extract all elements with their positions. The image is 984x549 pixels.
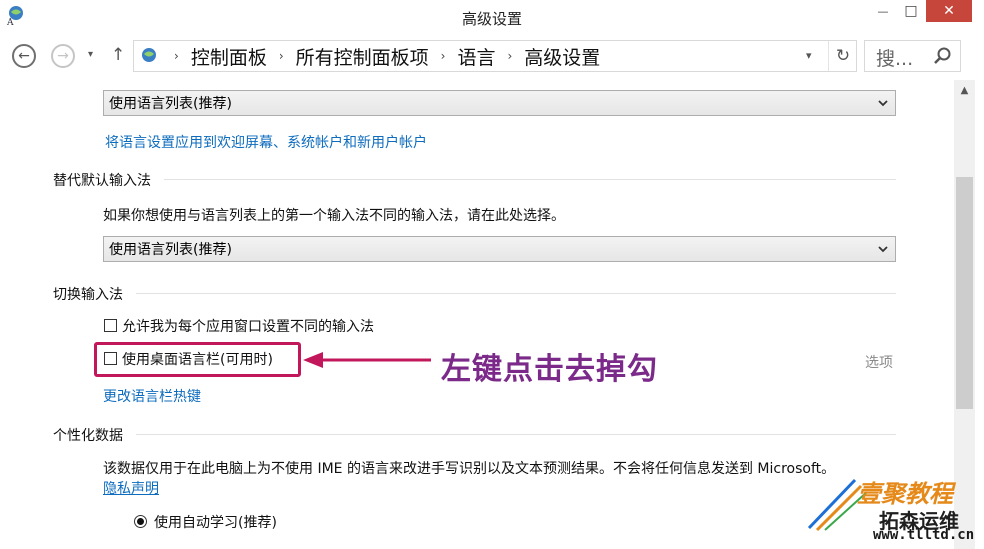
maximize-icon: □ bbox=[904, 3, 918, 19]
auto-learning-label[interactable]: 使用自动学习(推荐) bbox=[154, 512, 277, 532]
close-button[interactable]: ✕ bbox=[926, 0, 972, 22]
watermark-url: www.tlltd.cn bbox=[873, 527, 975, 543]
breadcrumb-all-items[interactable]: 所有控制面板项 bbox=[296, 43, 429, 70]
auto-learning-radio[interactable] bbox=[134, 515, 147, 528]
recent-locations-chevron-icon[interactable]: ▾ bbox=[88, 49, 93, 60]
personalization-description: 该数据仅用于在此电脑上为不使用 IME 的语言来改进手写识别以及文本预测结果。不… bbox=[103, 461, 836, 477]
breadcrumb-language[interactable]: 语言 bbox=[457, 43, 495, 70]
address-bar[interactable]: › 控制面板 › 所有控制面板项 › 语言 › 高级设置 ▾ ↻ bbox=[133, 40, 857, 72]
search-placeholder: 搜... bbox=[876, 48, 914, 70]
apply-language-settings-link[interactable]: 将语言设置应用到欢迎屏幕、系统帐户和新用户帐户 bbox=[105, 132, 427, 152]
refresh-icon: ↻ bbox=[835, 46, 851, 66]
scroll-up-chevron-icon[interactable]: ▲ bbox=[954, 80, 975, 100]
section-divider bbox=[136, 293, 896, 294]
minimize-icon: — bbox=[877, 4, 889, 18]
breadcrumb-control-panel[interactable]: 控制面板 bbox=[191, 43, 267, 70]
close-icon: ✕ bbox=[943, 3, 955, 19]
title-bar: A 高级设置 — □ ✕ bbox=[0, 0, 984, 34]
per-app-input-method-label[interactable]: 允许我为每个应用窗口设置不同的输入法 bbox=[122, 316, 374, 336]
section-divider bbox=[164, 179, 896, 180]
back-button[interactable]: ← bbox=[12, 44, 36, 68]
override-input-method-description: 如果你想使用与语言列表上的第一个输入法不同的输入法，请在此处选择。 bbox=[103, 208, 565, 224]
display-language-select-value: 使用语言列表(推荐) bbox=[109, 96, 232, 112]
override-input-method-heading: 替代默认输入法 bbox=[53, 173, 151, 189]
breadcrumb-separator-icon[interactable]: › bbox=[174, 49, 179, 63]
chevron-down-icon bbox=[878, 100, 888, 107]
forward-button[interactable]: → bbox=[51, 44, 75, 68]
address-dropdown-chevron-icon[interactable]: ▾ bbox=[806, 49, 812, 62]
maximize-button[interactable]: □ bbox=[898, 0, 924, 22]
section-divider bbox=[136, 434, 896, 435]
arrow-right-icon: → bbox=[57, 48, 69, 64]
search-box[interactable]: 搜... bbox=[864, 40, 961, 72]
input-method-select[interactable]: 使用语言列表(推荐) bbox=[103, 236, 896, 262]
site-watermark: 壹聚教程 拓森运维 www.tlltd.cn bbox=[805, 470, 981, 546]
search-icon bbox=[934, 47, 951, 64]
breadcrumb: › 控制面板 › 所有控制面板项 › 语言 › 高级设置 bbox=[162, 41, 600, 71]
annotation-highlight-box bbox=[94, 342, 301, 377]
refresh-button[interactable]: ↻ bbox=[828, 41, 857, 71]
breadcrumb-advanced-settings[interactable]: 高级设置 bbox=[524, 43, 600, 70]
breadcrumb-separator-icon[interactable]: › bbox=[279, 49, 284, 63]
breadcrumb-separator-icon[interactable]: › bbox=[441, 49, 446, 63]
arrow-left-icon: ← bbox=[18, 48, 30, 64]
input-method-select-value: 使用语言列表(推荐) bbox=[109, 242, 232, 258]
window-title: 高级设置 bbox=[461, 10, 522, 28]
annotation-text: 左键点击去掉勾 bbox=[441, 352, 658, 387]
change-language-bar-hotkeys-link[interactable]: 更改语言栏热键 bbox=[103, 386, 201, 406]
privacy-statement-link[interactable]: 隐私声明 bbox=[103, 478, 159, 498]
language-bar-options-link[interactable]: 选项 bbox=[865, 352, 893, 372]
display-language-select[interactable]: 使用语言列表(推荐) bbox=[103, 90, 896, 116]
language-app-icon bbox=[142, 48, 156, 62]
minimize-button[interactable]: — bbox=[870, 0, 896, 22]
navigation-bar: ← → ▾ ↑ › 控制面板 › 所有控制面板项 › 语言 › 高级设置 ▾ ↻… bbox=[0, 36, 984, 78]
switch-input-methods-heading: 切换输入法 bbox=[53, 287, 123, 303]
annotation-arrow-icon bbox=[303, 352, 431, 368]
scrollbar-thumb[interactable] bbox=[956, 177, 973, 409]
per-app-input-method-checkbox[interactable] bbox=[104, 319, 117, 332]
up-arrow-icon[interactable]: ↑ bbox=[111, 45, 125, 65]
personalization-data-heading: 个性化数据 bbox=[53, 428, 123, 444]
watermark-line1: 壹聚教程 bbox=[857, 480, 953, 508]
chevron-down-icon bbox=[878, 246, 888, 253]
breadcrumb-separator-icon[interactable]: › bbox=[507, 49, 512, 63]
